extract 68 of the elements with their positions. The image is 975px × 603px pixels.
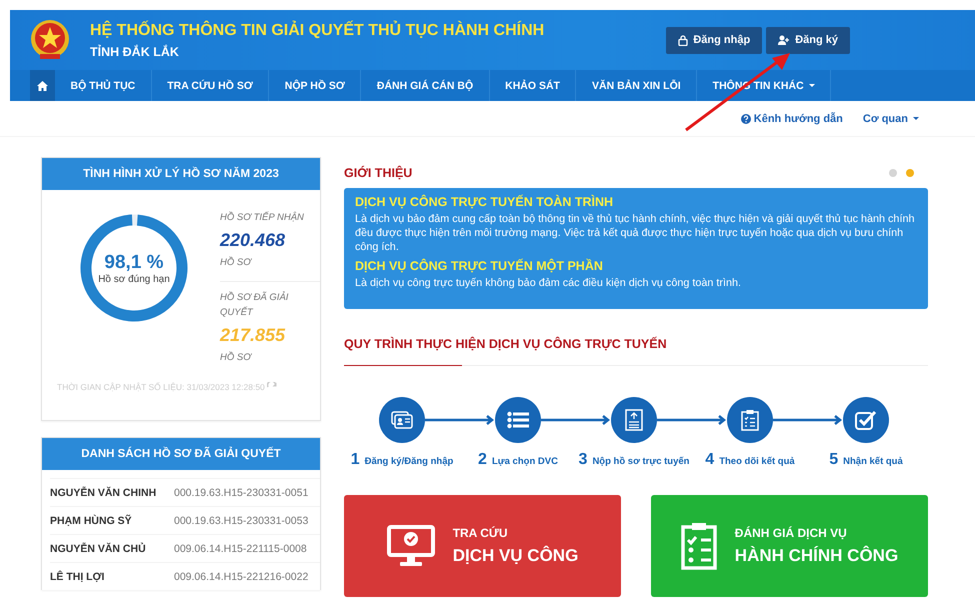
step-number: 3: [578, 451, 588, 469]
percent-caption: Hồ sơ đúng hạn: [97, 274, 171, 285]
tile-title: HÀNH CHÍNH CÔNG: [734, 546, 898, 566]
clipboard-checklist-icon: [680, 522, 717, 570]
clipboard-checklist-icon: [741, 409, 759, 431]
step-number: 1: [350, 451, 360, 469]
rating-tile[interactable]: ĐÁNH GIÁ DỊCH VỤ HÀNH CHÍNH CÔNG: [651, 495, 928, 597]
intro-heading: DỊCH VỤ CÔNG TRỰC TUYẾN MỘT PHẦN: [355, 259, 604, 273]
login-button[interactable]: Đăng nhập: [666, 26, 762, 54]
nav-link[interactable]: TRA CỨU HỒ SƠ: [152, 70, 270, 101]
nav-link[interactable]: NỘP HỒ SƠ: [269, 70, 362, 101]
intro-heading: DỊCH VỤ CÔNG TRỰC TUYẾN TOÀN TRÌNH: [355, 195, 614, 209]
carousel-dot[interactable]: [889, 169, 897, 177]
step-label: Theo dõi kết quả: [719, 456, 795, 467]
province-name: TỈNH ĐẮK LẮK: [90, 44, 180, 58]
tile-title: DỊCH VỤ CÔNG: [452, 546, 578, 566]
step-label: Lựa chọn DVC: [492, 456, 558, 467]
nav-link[interactable]: KHẢO SÁT: [490, 70, 576, 101]
id-card-icon: [391, 411, 413, 429]
help-link[interactable]: Kênh hướng dẫn: [740, 112, 843, 124]
step-number: 5: [829, 451, 838, 469]
step-label: Nộp hồ sơ trực tuyến: [592, 456, 690, 467]
card-header: DANH SÁCH HỒ SƠ ĐÃ GIẢI QUYẾT: [42, 438, 320, 470]
case-code: 009.06.14.H15-221115-0008: [174, 542, 307, 554]
lookup-tile[interactable]: TRA CỨU DỊCH VỤ CÔNG: [344, 495, 621, 597]
tile-caption: ĐÁNH GIÁ DỊCH VỤ: [734, 526, 848, 540]
step-number: 2: [478, 451, 487, 469]
nav-link[interactable]: ĐÁNH GIÁ CÁN BỘ: [361, 70, 490, 101]
stat-label: HỒ SƠ ĐÃ GIẢI QUYẾT: [220, 290, 290, 320]
stat-unit: HỒ SƠ: [220, 257, 253, 268]
percent-value: 98,1 %: [103, 252, 165, 274]
applicant-name: NGUYỄN VĂN CHỦ: [50, 542, 147, 554]
case-code: 000.19.63.H15-230331-0053: [174, 514, 308, 526]
step-label: Đăng ký/Đăng nhập: [364, 456, 454, 467]
applicant-name: PHẠM HÙNG SỸ: [50, 514, 133, 526]
card-header: TÌNH HÌNH XỬ LÝ HỒ SƠ NĂM 2023: [42, 158, 320, 190]
user-plus-icon: [778, 35, 790, 45]
home-button[interactable]: [30, 70, 55, 101]
applicant-name: NGUYỄN VĂN CHINH: [50, 486, 158, 498]
stat-value: 217.855: [220, 325, 286, 346]
intro-text: Là dịch vụ công trực tuyến không bảo đảm các điều kiện dịch vụ công toàn trình.: [355, 276, 742, 290]
emblem-icon: [28, 18, 72, 62]
nav-link[interactable]: VĂN BẢN XIN LỖI: [576, 70, 698, 101]
stat-unit: HỒ SƠ: [220, 352, 253, 363]
agency-menu[interactable]: Cơ quan: [862, 112, 919, 124]
list-icon: [507, 411, 529, 429]
case-code: 009.06.14.H15-221216-0022: [174, 570, 308, 582]
home-icon: [37, 80, 48, 90]
checkbox-check-icon: [855, 410, 877, 430]
carousel-dot[interactable]: [906, 169, 914, 177]
document-upload-icon: [625, 409, 643, 431]
stat-label: HỒ SƠ TIẾP NHẬN: [220, 210, 305, 225]
register-button[interactable]: Đăng ký: [766, 26, 850, 54]
caret-icon: [913, 117, 919, 120]
step-label: Nhận kết quả: [843, 456, 903, 467]
tile-caption: TRA CỨU: [452, 526, 509, 540]
monitor-check-icon: [386, 525, 435, 567]
section-title: QUY TRÌNH THỰC HIỆN DỊCH VỤ CÔNG TRỰC TUYẾN: [344, 337, 667, 351]
lock-icon: [678, 34, 688, 46]
stat-value: 220.468: [220, 230, 286, 251]
applicant-name: LÊ THỊ LỢI: [50, 570, 106, 582]
intro-text: Là dịch vụ bảo đảm cung cấp toàn bộ thông tin về thủ tục hành chính, việc thực hiện và giải quyết thủ tục hành chính đều được thực hiện trên môi trường mạng. Việc trả kết quả được thực hiện trực tuyến hoặc qua dịch vụ bưu chính công ích.: [355, 212, 916, 254]
site-title: HỆ THỐNG THÔNG TIN GIẢI QUYẾT THỦ TỤC HÀNH CHÍNH: [90, 22, 544, 40]
step-number: 4: [705, 451, 714, 469]
nav-link[interactable]: BỘ THỦ TỤC: [55, 70, 152, 101]
case-code: 000.19.63.H15-230331-0051: [174, 486, 308, 498]
help-icon: [740, 114, 751, 124]
section-title: GIỚI THIỆU: [344, 166, 412, 180]
